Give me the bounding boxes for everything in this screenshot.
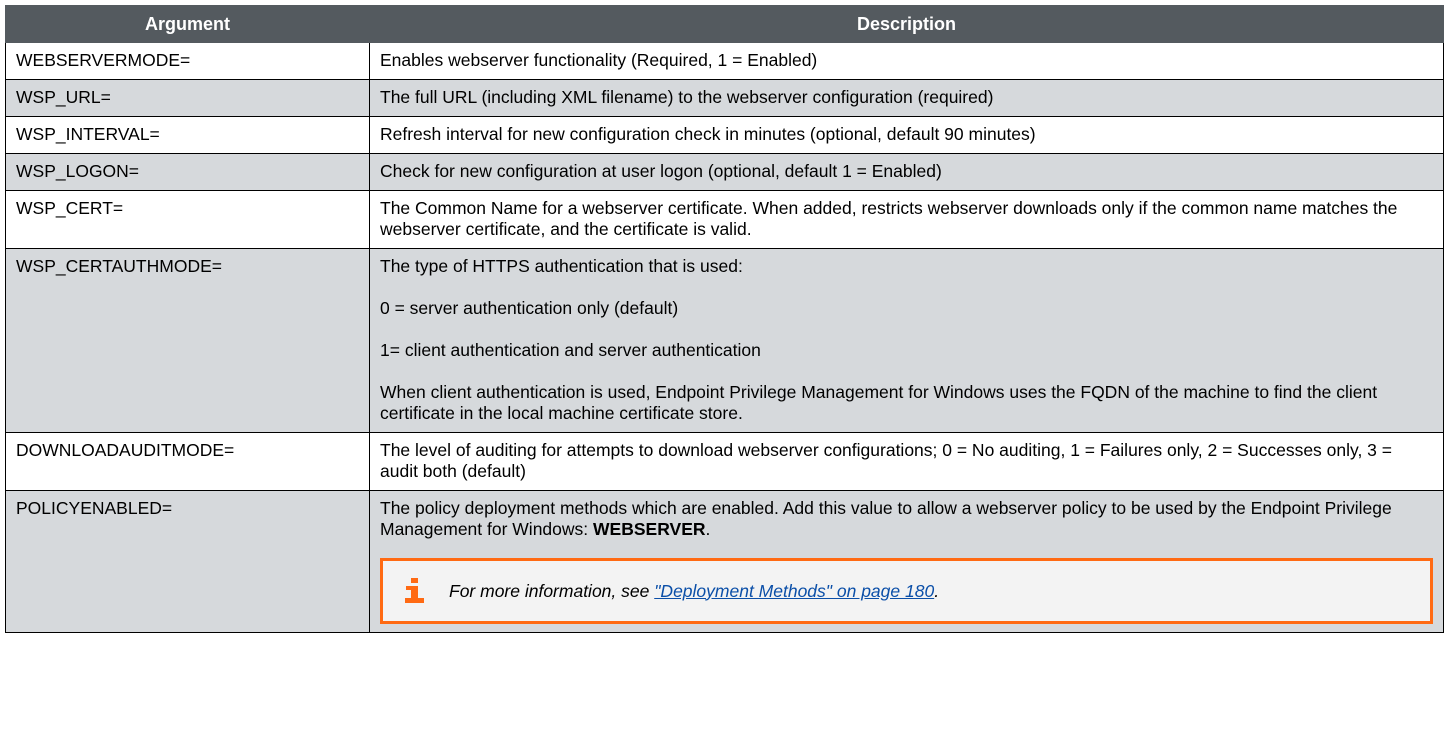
info-note: For more information, see "Deployment Me…: [380, 558, 1433, 624]
description-cell: The full URL (including XML filename) to…: [369, 79, 1444, 117]
description-text: 0 = server authentication only (default): [380, 298, 679, 318]
table-row: WSP_INTERVAL= Refresh interval for new c…: [5, 116, 1444, 154]
argument-cell: WSP_LOGON=: [5, 153, 370, 191]
deployment-methods-link[interactable]: "Deployment Methods" on page 180: [654, 581, 934, 601]
table-row: WSP_CERTAUTHMODE= The type of HTTPS auth…: [5, 248, 1444, 433]
description-cell: Enables webserver functionality (Require…: [369, 42, 1444, 80]
note-suffix: .: [934, 580, 940, 601]
header-argument: Argument: [5, 5, 370, 43]
description-cell: The policy deployment methods which are …: [369, 490, 1444, 633]
argument-cell: WSP_URL=: [5, 79, 370, 117]
description-cell: Check for new configuration at user logo…: [369, 153, 1444, 191]
table-row: WSP_LOGON= Check for new configuration a…: [5, 153, 1444, 191]
description-cell: The type of HTTPS authentication that is…: [369, 248, 1444, 433]
description-end: .: [705, 519, 711, 539]
note-prefix: For more information, see: [449, 580, 655, 601]
description-cell: Refresh interval for new configuration c…: [369, 116, 1444, 154]
webserver-keyword: WEBSERVER: [593, 519, 706, 539]
argument-cell: WEBSERVERMODE=: [5, 42, 370, 80]
argument-cell: DOWNLOADAUDITMODE=: [5, 432, 370, 491]
description-text: The type of HTTPS authentication that is…: [380, 256, 743, 276]
arguments-table: Argument Description WEBSERVERMODE= Enab…: [5, 5, 1444, 633]
description-text: When client authentication is used, Endp…: [380, 382, 1378, 423]
argument-cell: WSP_CERTAUTHMODE=: [5, 248, 370, 433]
description-text: The policy deployment methods which are …: [380, 498, 1433, 540]
info-icon: [403, 578, 425, 604]
note-text: For more information, see "Deployment Me…: [449, 581, 939, 602]
table-row: POLICYENABLED= The policy deployment met…: [5, 490, 1444, 633]
table-row: WSP_URL= The full URL (including XML fil…: [5, 79, 1444, 117]
table-row: DOWNLOADAUDITMODE= The level of auditing…: [5, 432, 1444, 491]
description-text: Enables webserver functionality (Require…: [380, 50, 818, 70]
argument-cell: WSP_CERT=: [5, 190, 370, 249]
description-cell: The Common Name for a webserver certific…: [369, 190, 1444, 249]
table-header-row: Argument Description: [5, 5, 1444, 43]
table-row: WEBSERVERMODE= Enables webserver functio…: [5, 42, 1444, 80]
description-lead: The policy deployment methods which are …: [380, 498, 1392, 539]
description-text: Check for new configuration at user logo…: [380, 161, 942, 181]
table-row: WSP_CERT= The Common Name for a webserve…: [5, 190, 1444, 249]
description-cell: The level of auditing for attempts to do…: [369, 432, 1444, 491]
description-text: The full URL (including XML filename) to…: [380, 87, 994, 107]
argument-cell: WSP_INTERVAL=: [5, 116, 370, 154]
header-description: Description: [369, 5, 1444, 43]
description-text: The level of auditing for attempts to do…: [380, 440, 1393, 481]
description-text: The Common Name for a webserver certific…: [380, 198, 1398, 239]
description-text: Refresh interval for new configuration c…: [380, 124, 1036, 144]
argument-cell: POLICYENABLED=: [5, 490, 370, 633]
description-text: 1= client authentication and server auth…: [380, 340, 761, 360]
